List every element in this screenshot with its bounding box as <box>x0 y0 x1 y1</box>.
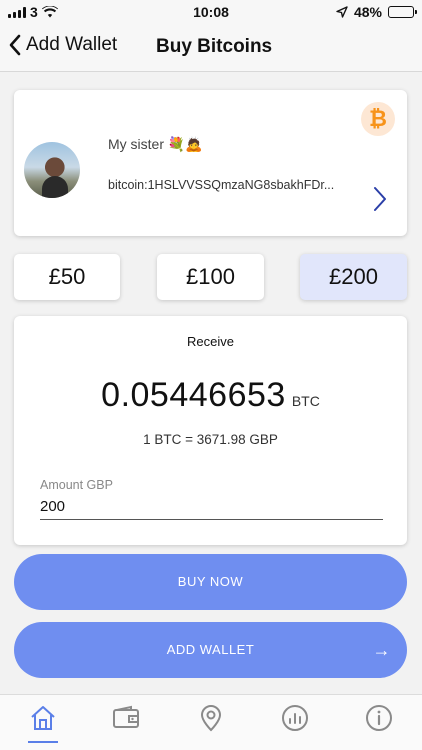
amount-option-100[interactable]: £100 <box>157 254 264 300</box>
buy-now-button[interactable]: BUY NOW <box>14 554 407 610</box>
amount-gbp-input[interactable] <box>40 494 383 520</box>
location-icon[interactable] <box>196 703 226 733</box>
battery-percent: 48% <box>353 4 382 20</box>
status-bar: 3 10:08 48% <box>0 0 422 26</box>
arrow-right-icon: → <box>372 640 391 660</box>
receive-label: Receive <box>187 334 234 349</box>
add-wallet-label: ADD WALLET <box>166 642 255 657</box>
btc-unit: BTC <box>291 393 320 409</box>
battery-icon <box>388 6 417 18</box>
page-title: Buy Bitcoins <box>156 36 273 57</box>
status-right: 48% <box>336 4 417 20</box>
back-button[interactable]: Add Wallet <box>8 34 117 56</box>
navigation-bar: Add Wallet Buy Bitcoins <box>0 26 422 72</box>
add-wallet-button[interactable]: ADD WALLET → <box>14 622 407 678</box>
chevron-right-icon[interactable] <box>373 186 387 212</box>
wallet-icon[interactable] <box>111 703 141 733</box>
bitcoin-icon: ₿ <box>361 102 395 136</box>
back-label: Add Wallet <box>26 34 118 55</box>
tab-bar <box>0 694 422 750</box>
receive-card: Receive 0.05446653 BTC 1 BTC = 3671.98 GB… <box>14 316 407 545</box>
amount-option-50[interactable]: £50 <box>14 254 120 300</box>
recipient-name: My sister 💐🙇 <box>108 136 203 152</box>
location-arrow-icon <box>336 6 348 18</box>
btc-amount-row: 0.05446653 BTC <box>14 376 407 415</box>
wallet-address: bitcoin:1HSLVVSSQmzaNG8sbakhFDr... <box>108 178 335 192</box>
chart-icon[interactable] <box>280 703 310 733</box>
active-tab-indicator <box>28 741 58 743</box>
amount-gbp-label: Amount GBP <box>40 478 113 492</box>
exchange-rate: 1 BTC = 3671.98 GBP <box>143 432 278 447</box>
home-icon[interactable] <box>28 703 58 733</box>
btc-amount: 0.05446653 <box>101 376 286 414</box>
amount-option-200[interactable]: £200 <box>300 254 407 300</box>
info-icon[interactable] <box>364 703 394 733</box>
chevron-left-icon <box>9 34 21 56</box>
recipient-card[interactable]: ₿ My sister 💐🙇 bitcoin:1HSLVVSSQmzaNG8sb… <box>14 90 407 236</box>
buy-now-label: BUY NOW <box>177 574 244 589</box>
avatar <box>24 142 80 198</box>
